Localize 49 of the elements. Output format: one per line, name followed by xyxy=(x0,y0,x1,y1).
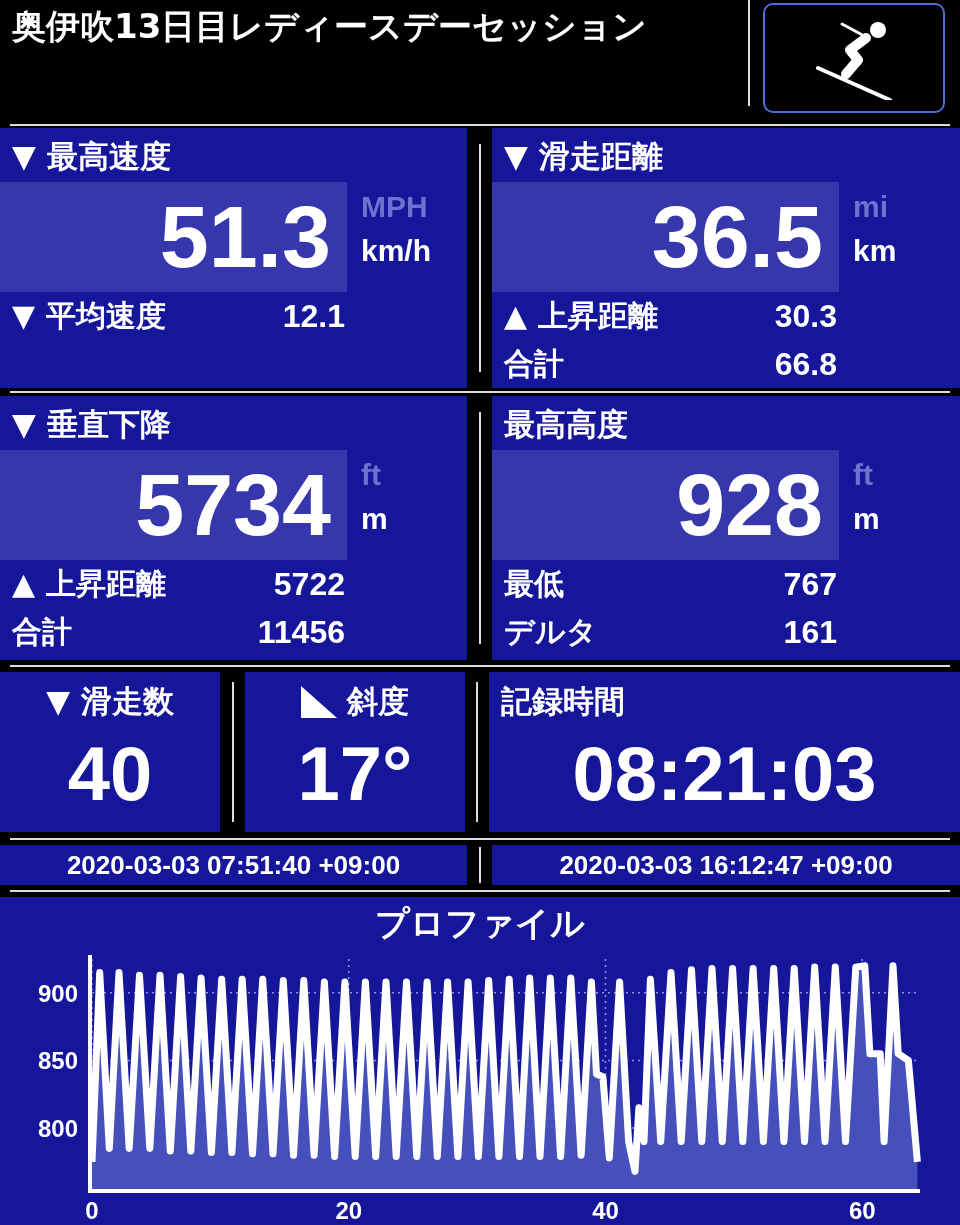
stat-value: 36.5 xyxy=(651,186,823,288)
stat-value: 928 xyxy=(676,454,823,556)
stat-label: ▼ 平均速度 xyxy=(12,296,166,335)
stat-number: 5722 xyxy=(273,565,345,603)
stat-number: 12.1 xyxy=(282,297,345,335)
panel-label: ▼ 滑走距離 xyxy=(503,137,664,176)
counter-label: ▼ 滑走数 xyxy=(46,682,174,721)
stat-label: ▲ 上昇距離 xyxy=(504,296,658,335)
alt-unit: mi xyxy=(853,190,889,224)
counter-label: 斜度 xyxy=(347,682,409,721)
stat-number: 161 xyxy=(783,613,837,651)
counter-value: 40 xyxy=(66,730,154,817)
panel-label: 最高高度 xyxy=(503,405,629,444)
stat-label: 合計 xyxy=(12,612,72,651)
y-tick-label: 900 xyxy=(37,979,78,1007)
unit-label: km/h xyxy=(361,234,433,268)
stat-label: デルタ xyxy=(504,612,597,651)
stat-label: ▲ 上昇距離 xyxy=(12,564,166,603)
stat-number: 30.3 xyxy=(774,297,837,335)
alt-unit: ft xyxy=(853,458,874,492)
stat-label: 合計 xyxy=(504,344,564,383)
session-title: 奥伊吹13日目レディースデーセッション xyxy=(11,5,649,48)
x-tick-label: 20 xyxy=(335,1197,363,1222)
start-time: 2020-03-03 07:51:40 +09:00 xyxy=(0,845,467,885)
y-tick-label: 850 xyxy=(37,1047,78,1075)
stat-number: 66.8 xyxy=(774,345,837,383)
stat-number: 11456 xyxy=(257,613,345,651)
ski-mode-button[interactable] xyxy=(763,3,945,113)
stat-value: 51.3 xyxy=(159,186,331,288)
alt-unit: MPH xyxy=(361,190,429,224)
stat-label: 最低 xyxy=(504,564,564,603)
x-tick-label: 0 xyxy=(85,1197,99,1222)
counter-value: 08:21:03 xyxy=(571,730,878,817)
end-time: 2020-03-03 16:12:47 +09:00 xyxy=(492,845,960,885)
panel-label: ▼ 垂直下降 xyxy=(11,405,172,444)
unit-label: km xyxy=(853,234,898,268)
y-tick-label: 800 xyxy=(37,1115,78,1143)
counter-value: 17° xyxy=(296,730,414,817)
stat-value: 5734 xyxy=(135,454,331,556)
stat-number: 767 xyxy=(783,565,837,603)
panel-label: ▼ 最高速度 xyxy=(11,137,172,176)
chart-title: プロファイル xyxy=(374,902,586,945)
unit-label: m xyxy=(361,502,389,536)
slope-icon xyxy=(301,686,337,718)
unit-label: m xyxy=(853,502,881,536)
counter-label: 記録時間 xyxy=(501,682,625,721)
alt-unit: ft xyxy=(361,458,382,492)
x-tick-label: 40 xyxy=(592,1197,619,1222)
x-tick-label: 60 xyxy=(848,1197,876,1222)
